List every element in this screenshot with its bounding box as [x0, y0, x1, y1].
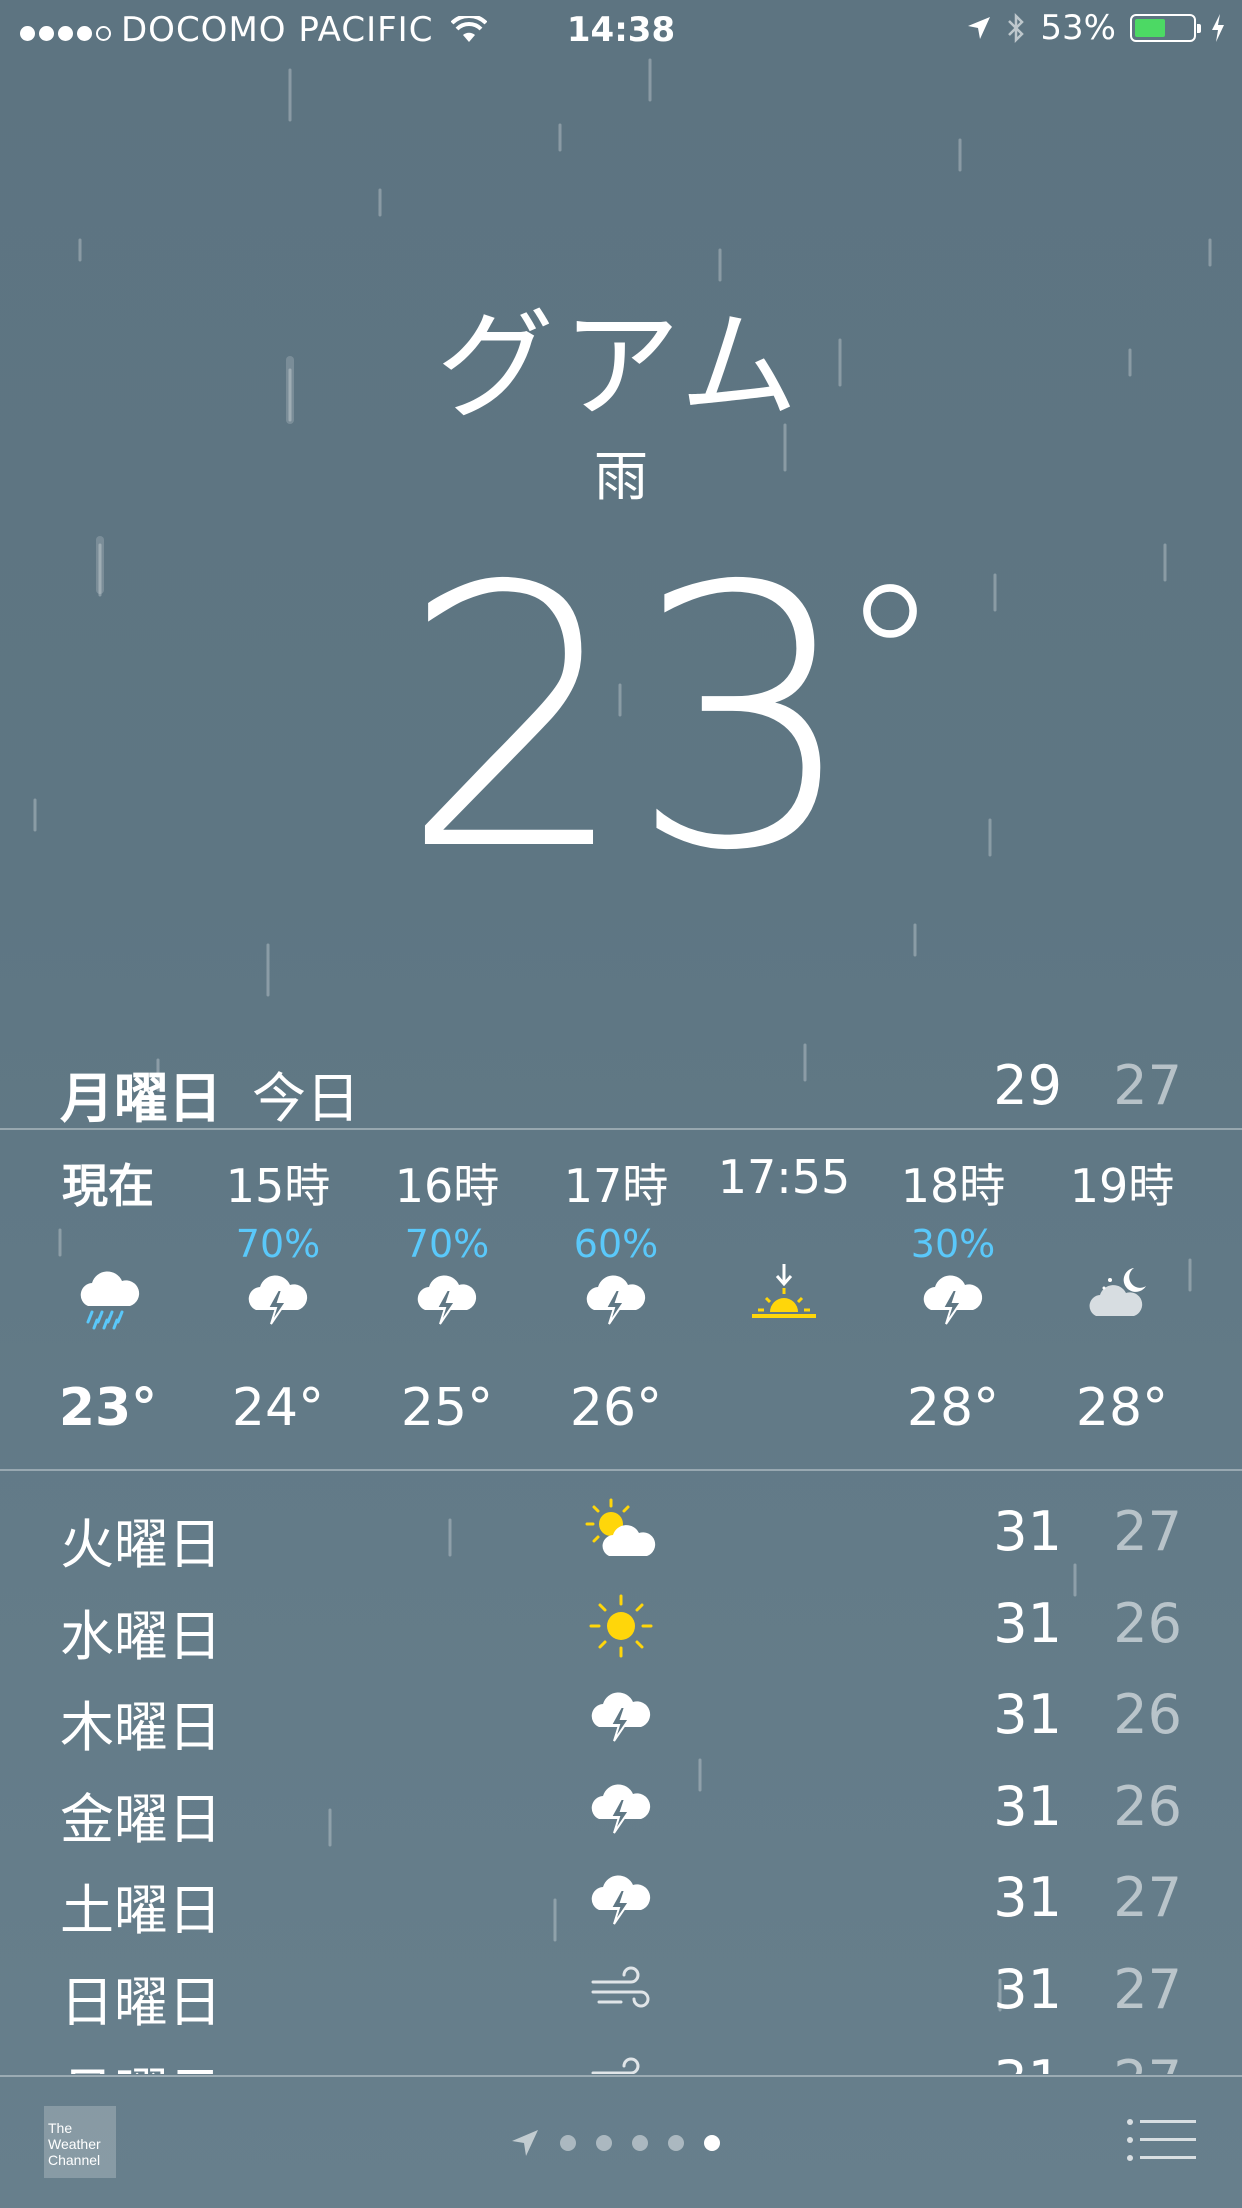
bottom-toolbar: The Weather Channel [0, 2076, 1242, 2208]
day-name: 月曜日 [60, 2049, 222, 2074]
day-high: 31 [993, 1591, 1062, 1655]
today-low: 27 [1113, 1054, 1182, 1117]
battery-level [1135, 19, 1165, 37]
today-day: 月曜日 [60, 1067, 222, 1130]
day-low: 27 [1113, 1500, 1182, 1563]
day-high: 31 [993, 1683, 1062, 1746]
day-low: 26 [1113, 1683, 1182, 1746]
day-name: 水曜日 [60, 1604, 222, 1668]
day-low: 27 [1113, 1957, 1182, 2021]
day-high: 31 [993, 1866, 1062, 1929]
sun-icon [581, 1586, 661, 1666]
daily-row: 木曜日 31 26 [0, 1675, 1242, 1767]
thunderstorm-icon [581, 1860, 661, 1940]
day-high: 31 [993, 1500, 1062, 1563]
logo-text: The Weather Channel [48, 2120, 101, 2168]
day-high: 31 [993, 1774, 1062, 1838]
page-indicator[interactable] [510, 2128, 720, 2158]
day-high: 31 [993, 1957, 1062, 2021]
day-low: 26 [1113, 1591, 1182, 1655]
today-label: 今日 [252, 1067, 360, 1130]
hour-temp: 24° [231, 1378, 325, 1438]
daily-row: 土曜日 31 27 [0, 1858, 1242, 1950]
hour-temp: 26° [569, 1378, 663, 1438]
day-name: 土曜日 [60, 1879, 222, 1942]
day-low: 26 [1113, 1774, 1182, 1838]
daily-row: 日曜日 31 27 [0, 1950, 1242, 2042]
day-high: 31 [993, 2049, 1062, 2074]
day-name: 火曜日 [60, 1513, 222, 1576]
daily-row: 火曜日 31 27 [0, 1492, 1242, 1584]
wind-icon [581, 2043, 661, 2074]
hour-time: 19時 [1069, 1159, 1175, 1213]
daily-row: 月曜日 31 27 [0, 2041, 1242, 2074]
day-name: 日曜日 [60, 1970, 222, 2034]
weather-condition: 雨 [594, 445, 648, 508]
hour-time: 18時 [900, 1159, 1006, 1213]
hourly-forecast[interactable]: 現在 23° 15時 70% 24° 16時 70% 25° 17時 60% 26° 17:55 18時… [0, 1130, 1242, 1470]
thunderstorm-icon [581, 1769, 661, 1849]
partly-sunny-icon [581, 1494, 661, 1574]
thunderstorm-icon [576, 1260, 656, 1340]
sunset-icon [744, 1260, 824, 1340]
thunderstorm-icon [238, 1260, 318, 1340]
location-arrow-icon [968, 17, 991, 39]
thunderstorm-icon [581, 1677, 661, 1757]
battery-percent: 53% [1040, 8, 1116, 48]
hour-time: 17時 [563, 1159, 669, 1213]
page-dot[interactable] [560, 2135, 576, 2151]
weather-channel-logo[interactable]: The Weather Channel [44, 2106, 116, 2178]
battery-nub [1197, 24, 1201, 33]
hour-temp: 23° [58, 1378, 158, 1438]
status-right: 53% [966, 8, 1226, 48]
charging-bolt-icon [1212, 14, 1224, 42]
daily-forecast[interactable]: 火曜日 31 27 水曜日 31 26 木曜日 31 26 金曜日 31 26 土曜日 31 27 日曜日 31… [0, 1492, 1242, 2074]
city-list-icon[interactable] [1126, 2116, 1198, 2164]
day-name: 金曜日 [60, 1787, 222, 1851]
wind-icon [581, 1952, 661, 2032]
city-name: グアム [436, 297, 806, 435]
daily-row: 金曜日 31 26 [0, 1767, 1242, 1859]
hour-time: 2 [1207, 1150, 1242, 1204]
day-name: 木曜日 [60, 1696, 222, 1759]
page-dot[interactable] [668, 2135, 684, 2151]
hour-time: 現在 [62, 1159, 154, 1213]
today-summary: 月曜日 今日 29 27 [0, 1050, 1242, 1130]
thunderstorm-icon [407, 1260, 487, 1340]
today-high: 29 [993, 1054, 1062, 1117]
partly-cloudy-night-icon [1082, 1260, 1162, 1340]
status-bar: DOCOMO PACIFIC 14:38 53% [0, 0, 1242, 62]
hour-temp: 25° [400, 1378, 494, 1438]
rain-cloud-icon [68, 1260, 148, 1340]
location-page-icon [512, 2130, 538, 2156]
page-dot[interactable] [632, 2135, 648, 2151]
thunderstorm-icon [913, 1260, 993, 1340]
hour-time: 15時 [225, 1159, 331, 1213]
page-dot[interactable] [704, 2135, 720, 2151]
hour-temp: 28° [906, 1378, 1000, 1438]
hour-time: 17:55 [717, 1150, 851, 1204]
bluetooth-icon [1008, 12, 1025, 44]
day-low: 27 [1113, 2049, 1182, 2074]
degree-symbol: ° [840, 543, 940, 776]
page-dot[interactable] [596, 2135, 612, 2151]
current-temperature: 23 ° [400, 540, 940, 900]
divider [0, 1469, 1242, 1471]
current-temperature-value: 23 [400, 510, 859, 929]
day-low: 27 [1113, 1866, 1182, 1929]
hour-temp: 28° [1075, 1378, 1169, 1438]
daily-row: 水曜日 31 26 [0, 1584, 1242, 1676]
hour-time: 16時 [394, 1159, 500, 1213]
battery-icon [1130, 14, 1201, 42]
